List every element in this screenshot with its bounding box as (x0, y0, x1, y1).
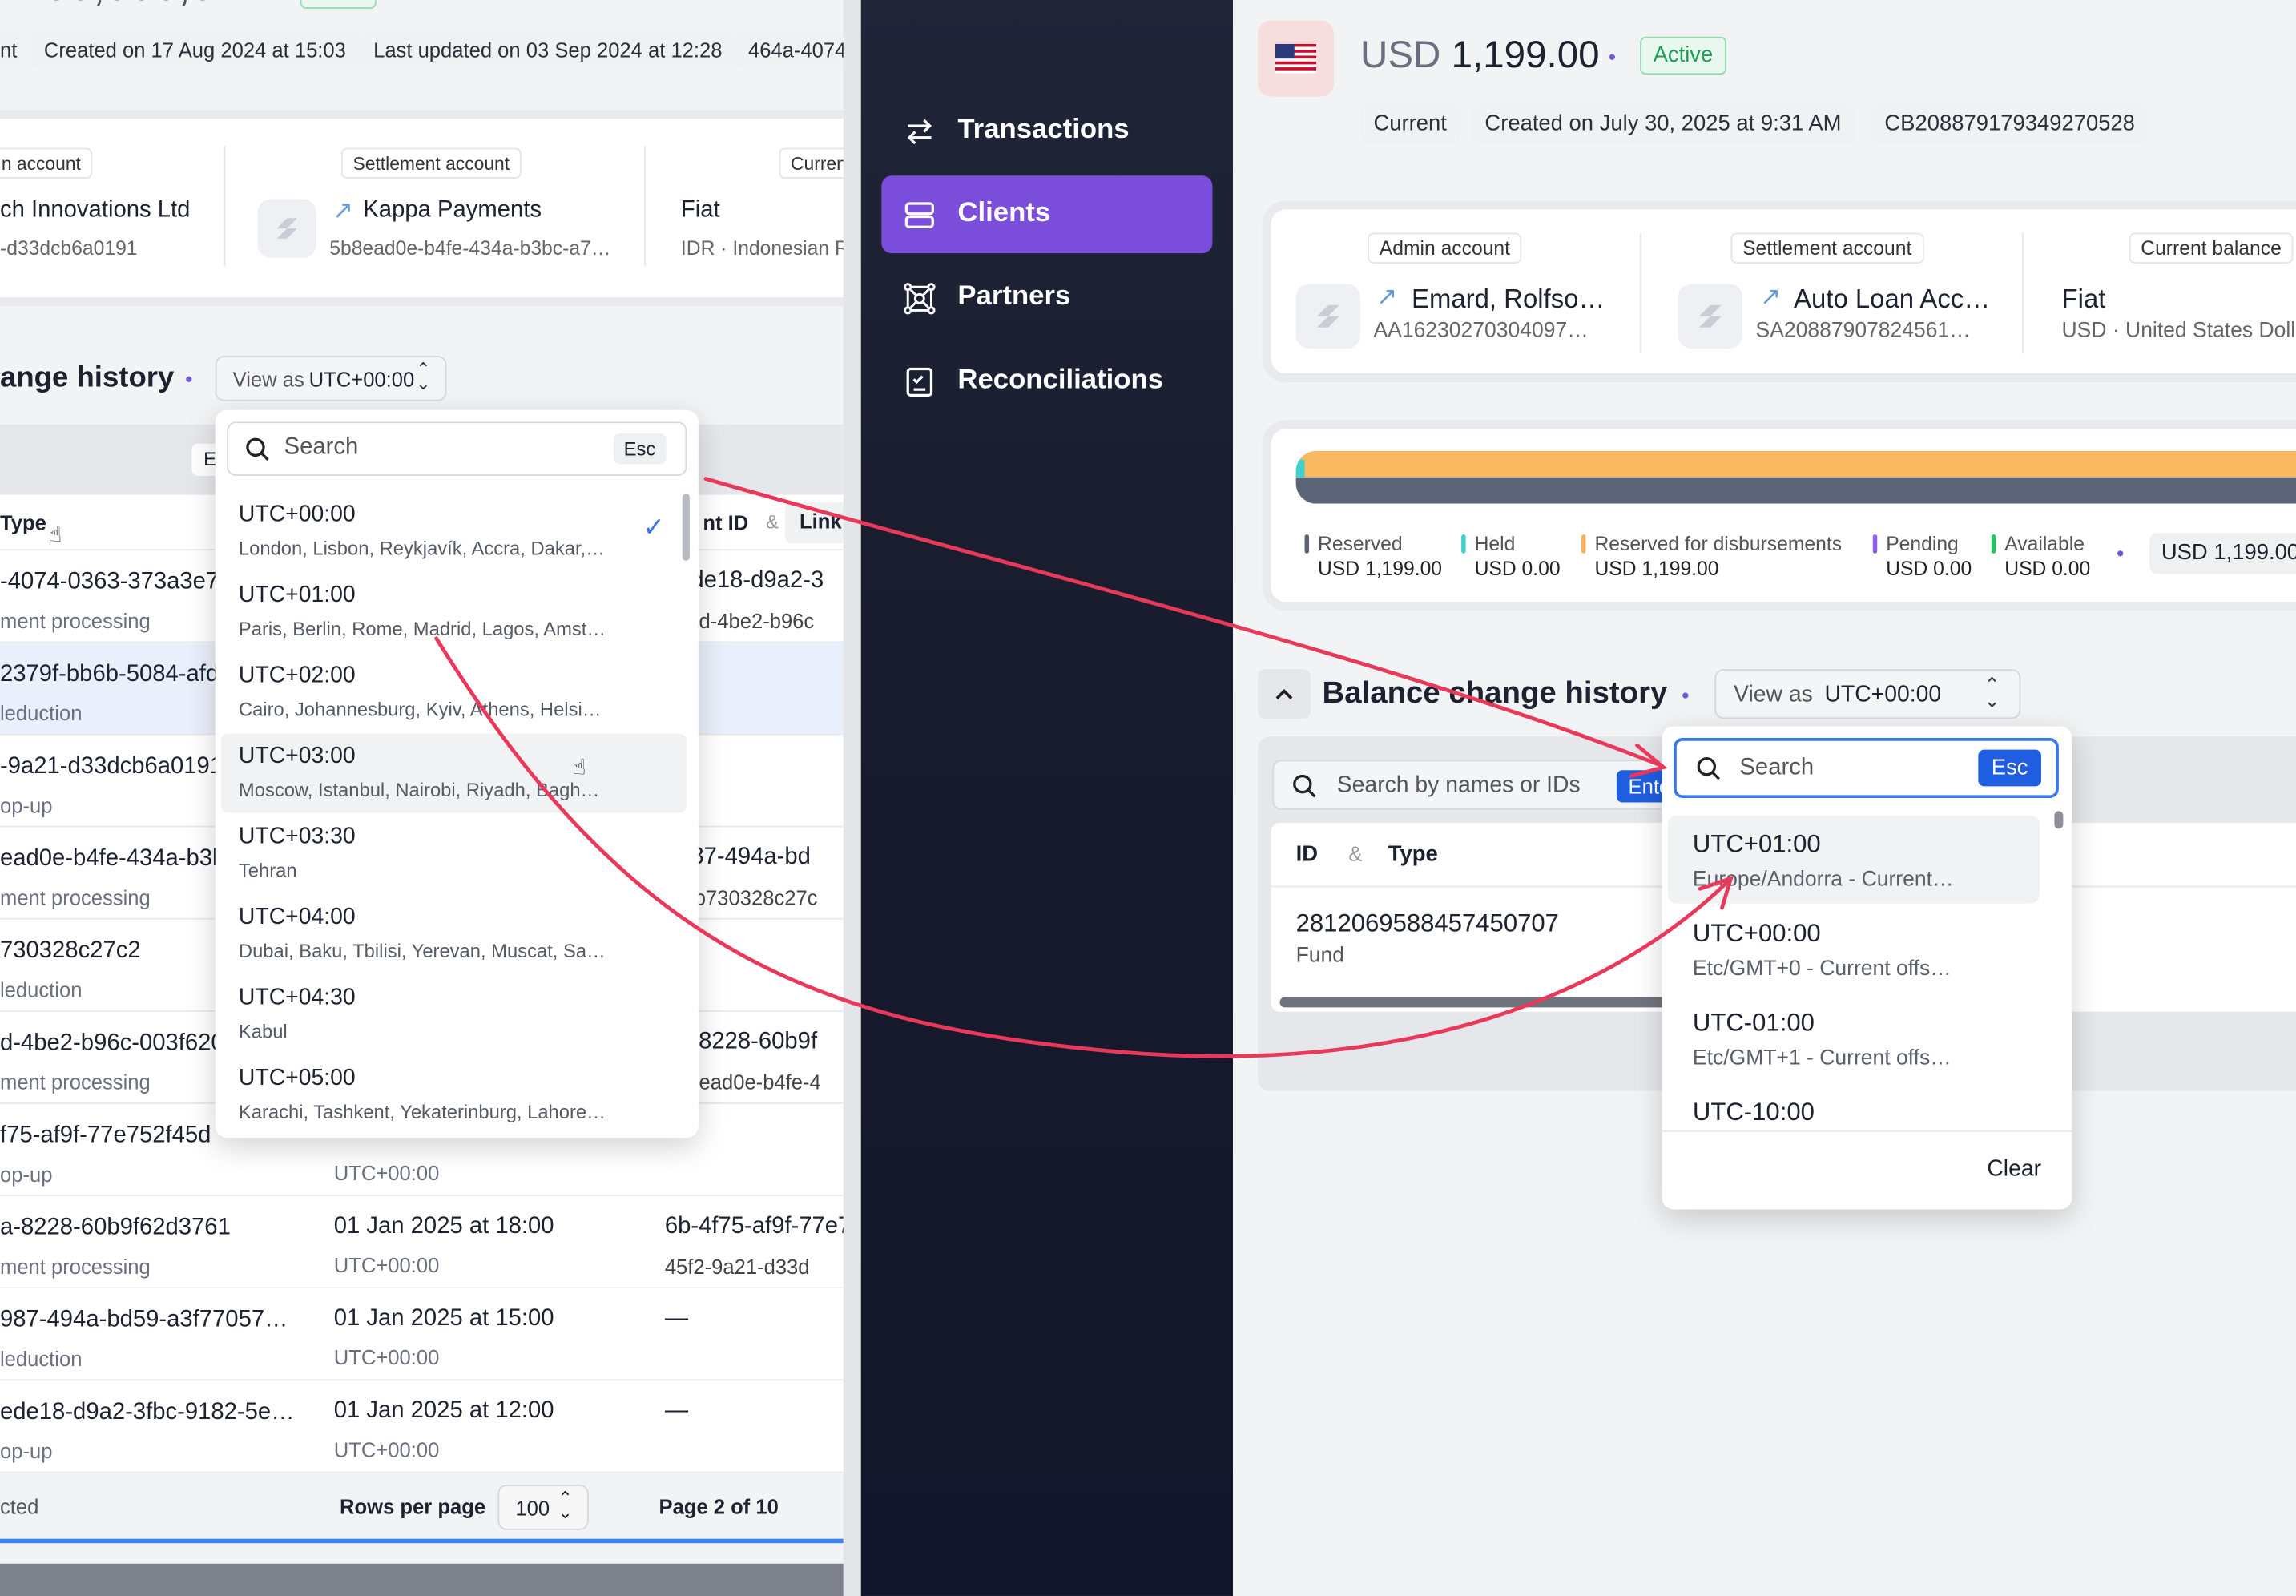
annotation-arrow-search (703, 477, 1664, 768)
annotation-arrow-option (434, 636, 1730, 1058)
screenshot-canvas: —00,000,072.00 nt Created on 17 Aug 2024… (0, 0, 2296, 1596)
annotation-arrows (434, 477, 1734, 1058)
